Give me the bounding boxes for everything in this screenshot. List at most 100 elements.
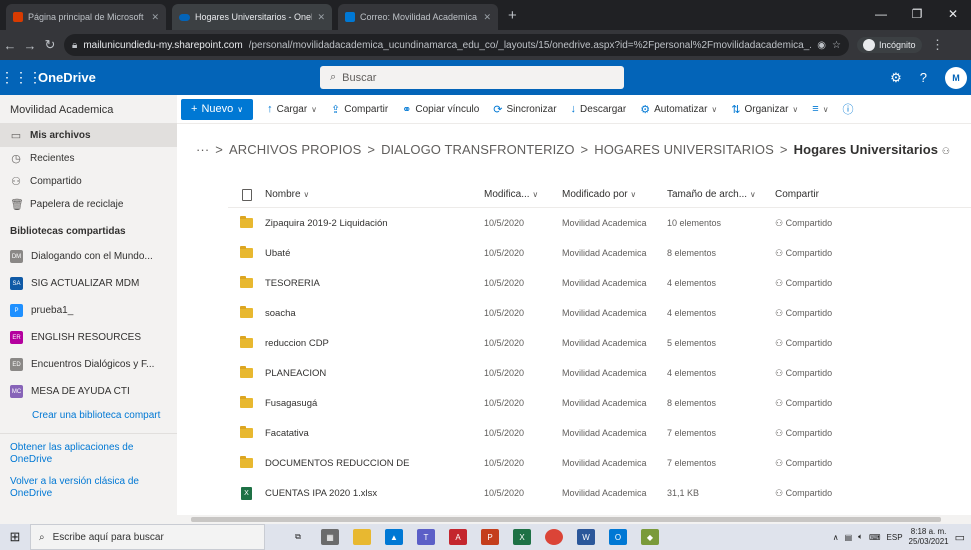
nav-item-mis-archivos[interactable]: ▭ Mis archivos <box>0 124 177 147</box>
app-launcher-icon[interactable]: ⋮⋮⋮ <box>0 69 42 86</box>
table-row[interactable]: PLANEACION 10/5/2020 Movilidad Academica 4 … <box>228 358 971 388</box>
photos-icon[interactable]: ▲ <box>385 529 403 545</box>
windows-start-icon[interactable]: ⊞ <box>0 529 30 545</box>
clock[interactable]: 8:18 a. m. 25/03/2021 <box>909 527 949 547</box>
close-tab-icon[interactable]: ✕ <box>317 12 325 23</box>
tab-office-home[interactable]: Página principal de Microsoft Of ✕ <box>6 4 166 30</box>
library-item[interactable]: ER ENGLISH RESOURCES <box>0 324 177 351</box>
volume-icon[interactable]: 🔈︎ <box>858 532 863 542</box>
breadcrumb-item[interactable]: DIALOGO TRANSFRONTERIZO <box>381 142 574 157</box>
powerpoint-icon[interactable]: P <box>481 529 499 545</box>
tracking-icon[interactable]: ◉ <box>817 40 826 51</box>
file-type-icon[interactable] <box>241 188 252 201</box>
copy-link-button[interactable]: ⚭ Copiar vínculo <box>402 103 479 116</box>
column-header-sharing[interactable]: Compartir <box>775 189 895 200</box>
restore-icon[interactable]: ❐ <box>899 0 935 30</box>
app-name[interactable]: OneDrive <box>38 70 96 85</box>
table-row[interactable]: Zipaquira 2019-2 Liquidación 10/5/2020 Mov… <box>228 208 971 238</box>
sharing-status[interactable]: ⚇ Compartido <box>775 338 895 349</box>
taskbar-search[interactable]: ⌕ Escribe aquí para buscar <box>30 524 265 550</box>
word-icon[interactable]: W <box>577 529 595 545</box>
menu-icon[interactable]: ⋮ <box>928 37 948 53</box>
nav-item-recientes[interactable]: ◷ Recientes <box>0 147 177 170</box>
modified-by[interactable]: Movilidad Academica <box>562 278 667 288</box>
modified-by[interactable]: Movilidad Academica <box>562 248 667 258</box>
nav-item-papelera[interactable]: 🗑︎ Papelera de reciclaje <box>0 193 177 216</box>
file-name[interactable]: PLANEACION <box>265 368 484 379</box>
calculator-icon[interactable]: ▦ <box>321 529 339 545</box>
breadcrumb-ellipsis[interactable]: ··· <box>196 142 209 157</box>
modified-by[interactable]: Movilidad Academica <box>562 398 667 408</box>
reload-icon[interactable]: ↻ <box>40 37 60 53</box>
incognito-badge[interactable]: Incógnito <box>857 37 922 53</box>
chevron-up-icon[interactable]: ∧ <box>833 533 839 542</box>
acrobat-icon[interactable]: A <box>449 529 467 545</box>
search-box[interactable]: ⌕ Buscar <box>320 66 624 89</box>
column-header-name[interactable]: Nombre ∨ <box>265 189 484 200</box>
file-explorer-icon[interactable] <box>353 529 371 545</box>
file-name[interactable]: Fusagasugá <box>265 398 484 409</box>
classic-view-link[interactable]: Volver a la versión clásica de OneDrive <box>0 466 177 500</box>
table-row[interactable]: TESORERIA 10/5/2020 Movilidad Academica 4 e… <box>228 268 971 298</box>
upload-button[interactable]: ↑ Cargar ∨ <box>267 103 317 115</box>
library-item[interactable]: ED Encuentros Dialógicos y F... <box>0 351 177 378</box>
file-name[interactable]: TESORERIA <box>265 278 484 289</box>
breadcrumb-item[interactable]: HOGARES UNIVERSITARIOS <box>594 142 774 157</box>
library-item[interactable]: DM Dialogando con el Mundo... <box>0 243 177 270</box>
language-indicator[interactable]: ESP <box>887 533 903 542</box>
sharing-status[interactable]: ⚇ Compartido <box>775 398 895 409</box>
sharing-status[interactable]: ⚇ Compartido <box>775 308 895 319</box>
sharing-status[interactable]: ⚇ Compartido <box>775 368 895 379</box>
task-view-icon[interactable]: ⧉ <box>289 529 307 545</box>
sharing-status[interactable]: ⚇ Compartido <box>775 428 895 439</box>
avatar[interactable]: M <box>945 66 967 89</box>
table-row[interactable]: Ubaté 10/5/2020 Movilidad Academica 8 eleme… <box>228 238 971 268</box>
tab-outlook[interactable]: Correo: Movilidad Academica - C ✕ <box>338 4 498 30</box>
tab-onedrive[interactable]: Hogares Universitarios - OneDriv ✕ <box>172 4 332 30</box>
table-row[interactable]: Fusagasugá 10/5/2020 Movilidad Academica 8 … <box>228 388 971 418</box>
automate-button[interactable]: ⚙ Automatizar ∨ <box>640 103 717 116</box>
settings-gear-icon[interactable]: ⚙ <box>890 70 902 86</box>
new-button[interactable]: + Nuevo ∨ <box>181 98 254 120</box>
close-tab-icon[interactable]: ✕ <box>151 12 159 23</box>
info-button[interactable]: ⓘ <box>843 101 854 117</box>
modified-by[interactable]: Movilidad Academica <box>562 338 667 348</box>
file-name[interactable]: reduccion CDP <box>265 338 484 349</box>
network-icon[interactable]: ▤ <box>845 533 853 542</box>
file-name[interactable]: Facatativa <box>265 428 484 439</box>
table-row[interactable]: X CUENTAS IPA 2020 1.xlsx 10/5/2020 Movilid… <box>228 478 971 508</box>
outlook-icon[interactable]: O <box>609 529 627 545</box>
modified-by[interactable]: Movilidad Academica <box>562 428 667 438</box>
download-button[interactable]: ↓ Descargar <box>571 103 627 115</box>
table-row[interactable]: soacha 10/5/2020 Movilidad Academica 4 elem… <box>228 298 971 328</box>
file-name[interactable]: CUENTAS IPA 2020 1.xlsx <box>265 488 484 499</box>
library-item[interactable]: Pprueba1_ <box>0 297 177 324</box>
minimize-icon[interactable]: — <box>863 0 899 30</box>
notifications-icon[interactable]: ▭ <box>955 531 965 544</box>
table-row[interactable]: Facatativa 10/5/2020 Movilidad Academica 7 … <box>228 418 971 448</box>
keyboard-icon[interactable]: ⌨ <box>869 533 881 542</box>
file-name[interactable]: soacha <box>265 308 484 319</box>
scrollbar-thumb[interactable] <box>191 517 941 522</box>
close-tab-icon[interactable]: ✕ <box>483 12 491 23</box>
share-button[interactable]: ⇪ Compartir <box>331 103 388 116</box>
column-header-modified-by[interactable]: Modificado por ∨ <box>562 189 667 200</box>
view-options-button[interactable]: ≡ ∨ <box>812 103 828 115</box>
back-arrow-icon[interactable]: ← <box>0 38 20 53</box>
file-name[interactable]: DOCUMENTOS REDUCCION DE <box>265 458 484 469</box>
modified-by[interactable]: Movilidad Academica <box>562 218 667 228</box>
modified-by[interactable]: Movilidad Academica <box>562 488 667 498</box>
excel-icon[interactable]: X <box>513 529 531 545</box>
forward-arrow-icon[interactable]: → <box>20 38 40 53</box>
new-tab-button[interactable]: + <box>508 7 517 24</box>
sharing-status[interactable]: ⚇ Compartido <box>775 248 895 259</box>
modified-by[interactable]: Movilidad Academica <box>562 458 667 468</box>
create-library-link[interactable]: Crear una biblioteca compart <box>0 405 177 427</box>
help-icon[interactable]: ? <box>920 70 927 85</box>
sharing-status[interactable]: ⚇ Compartido <box>775 488 895 499</box>
modified-by[interactable]: Movilidad Academica <box>562 368 667 378</box>
close-window-icon[interactable]: ✕ <box>935 0 971 30</box>
table-row[interactable]: DOCUMENTOS REDUCCION DE 10/5/2020 Movilida… <box>228 448 971 478</box>
library-item[interactable]: SA SIG ACTUALIZAR MDM <box>0 270 177 297</box>
column-header-modified[interactable]: Modifica... ∨ <box>484 189 562 200</box>
